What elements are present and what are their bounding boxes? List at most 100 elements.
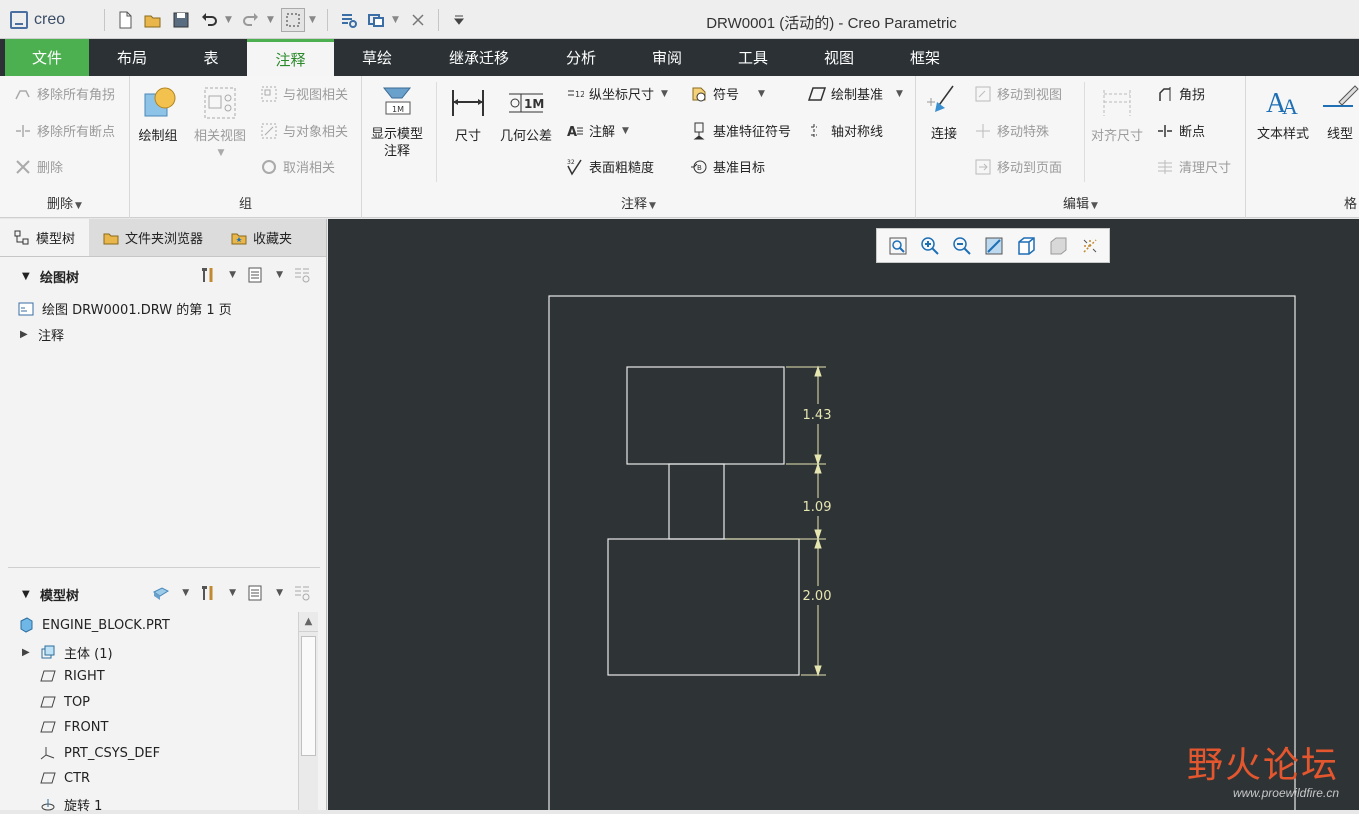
part-node[interactable]: ENGINE_BLOCK.PRT bbox=[18, 617, 170, 633]
save-icon[interactable] bbox=[169, 8, 193, 32]
move-special-button[interactable]: 移动特殊 bbox=[974, 121, 1049, 140]
drawing-sheet: 1.43 1.09 2.00 bbox=[548, 295, 1296, 810]
datum-plane-ctr-node[interactable]: CTR bbox=[40, 770, 90, 786]
base-block[interactable] bbox=[607, 538, 800, 676]
draw-group-button[interactable]: 绘制组 bbox=[136, 84, 180, 145]
text-style-button[interactable]: AA 文本样式 bbox=[1252, 82, 1314, 143]
annotation-node[interactable]: ▶ 注释 bbox=[20, 325, 64, 344]
dimension-text-1[interactable]: 1.43 bbox=[803, 408, 832, 423]
dimension-text-2[interactable]: 1.09 bbox=[803, 500, 832, 515]
dimension-text-3[interactable]: 2.00 bbox=[803, 589, 832, 604]
open-icon[interactable] bbox=[141, 8, 165, 32]
annotation-group-label[interactable]: 注释 ▼ bbox=[362, 193, 915, 212]
ordinate-dimension-button[interactable]: 12 纵坐标尺寸 ▼ bbox=[566, 84, 668, 103]
datum-target-button[interactable]: B 基准目标 bbox=[690, 157, 765, 176]
tab-table[interactable]: 表 bbox=[175, 39, 247, 76]
tree-filter-dropdown-icon[interactable]: ▼ bbox=[276, 270, 283, 280]
tree-settings-icon[interactable] bbox=[199, 266, 217, 284]
datum-plane-right-node[interactable]: RIGHT bbox=[40, 668, 105, 684]
draw-datum-button[interactable]: 绘制基准 ▼ bbox=[808, 84, 903, 103]
remove-all-breaks-button[interactable]: 移除所有断点 bbox=[14, 121, 115, 140]
tab-layout[interactable]: 布局 bbox=[89, 39, 175, 76]
neck-block[interactable] bbox=[668, 463, 725, 540]
tab-review[interactable]: 审阅 bbox=[624, 39, 710, 76]
regenerate-icon[interactable] bbox=[336, 8, 360, 32]
drawing-sheet-node[interactable]: 绘图 DRW0001.DRW 的第 1 页 bbox=[18, 299, 232, 318]
relate-to-view-button[interactable]: 与视图相关 bbox=[260, 84, 348, 103]
window-icon[interactable] bbox=[364, 8, 388, 32]
redo-icon[interactable] bbox=[239, 8, 263, 32]
collapse-model-tree-icon[interactable]: ▼ bbox=[22, 589, 36, 600]
new-icon[interactable] bbox=[113, 8, 137, 32]
tree-settings-dropdown-icon[interactable]: ▼ bbox=[229, 270, 236, 280]
delete-group-label[interactable]: 删除 ▼ bbox=[0, 193, 129, 212]
axis-symmetry-button[interactable]: 轴对称线 bbox=[808, 121, 883, 140]
customize-icon[interactable] bbox=[447, 8, 471, 32]
tree-columns-icon[interactable] bbox=[293, 266, 311, 284]
csys-node[interactable]: PRT_CSYS_DEF bbox=[40, 745, 160, 761]
related-view-button[interactable]: 相关视图 ▼ bbox=[190, 84, 250, 162]
delete-button[interactable]: 删除 bbox=[14, 157, 63, 176]
top-block[interactable] bbox=[626, 366, 785, 465]
model-tree-settings-icon[interactable] bbox=[199, 584, 217, 602]
move-to-view-button[interactable]: 移动到视图 bbox=[974, 84, 1062, 103]
creo-logo[interactable]: creo bbox=[10, 8, 65, 32]
tab-view[interactable]: 视图 bbox=[796, 39, 882, 76]
tree-filter-icon[interactable] bbox=[246, 266, 264, 284]
tab-framework[interactable]: 框架 bbox=[882, 39, 968, 76]
symbol-button[interactable]: 符号 ▼ bbox=[690, 84, 765, 103]
model-display-icon[interactable] bbox=[152, 584, 170, 602]
select-dropdown-icon[interactable]: ▼ bbox=[309, 15, 319, 25]
body-node[interactable]: ▶ 主体 (1) bbox=[22, 643, 113, 662]
note-button[interactable]: A 注解 ▼ bbox=[566, 121, 629, 141]
breakpoint-button[interactable]: 断点 bbox=[1156, 121, 1205, 140]
tab-tools[interactable]: 工具 bbox=[710, 39, 796, 76]
window-dropdown-icon[interactable]: ▼ bbox=[392, 15, 402, 25]
tab-favorites[interactable]: 收藏夹 bbox=[217, 219, 306, 256]
datum-feature-icon bbox=[693, 122, 705, 139]
undo-dropdown-icon[interactable]: ▼ bbox=[225, 15, 235, 25]
model-tree-settings-dropdown-icon[interactable]: ▼ bbox=[229, 588, 236, 598]
remove-all-jogs-button[interactable]: 移除所有角拐 bbox=[14, 84, 115, 103]
model-display-dropdown-icon[interactable]: ▼ bbox=[182, 588, 189, 598]
datum-plane-front-node[interactable]: FRONT bbox=[40, 719, 108, 735]
close-window-icon[interactable] bbox=[406, 8, 430, 32]
scroll-up-icon[interactable]: ▲ bbox=[299, 612, 318, 632]
tab-legacy-migration[interactable]: 继承迁移 bbox=[420, 39, 538, 76]
expand-body-icon[interactable]: ▶ bbox=[22, 647, 32, 658]
model-tree-filter-dropdown-icon[interactable]: ▼ bbox=[276, 588, 283, 598]
edit-group-label[interactable]: 编辑 ▼ bbox=[916, 193, 1245, 212]
datum-feature-symbol-button[interactable]: 基准特征符号 bbox=[690, 121, 791, 140]
move-to-page-button[interactable]: 移动到页面 bbox=[974, 157, 1062, 176]
redo-dropdown-icon[interactable]: ▼ bbox=[267, 15, 277, 25]
collapse-drawing-tree-icon[interactable]: ▼ bbox=[22, 271, 36, 282]
gtol-button[interactable]: 1M 几何公差 bbox=[496, 84, 556, 145]
model-tree-scrollbar[interactable]: ▲ bbox=[298, 612, 318, 810]
connect-button[interactable]: 连接 bbox=[922, 82, 966, 143]
expand-icon[interactable]: ▶ bbox=[20, 329, 30, 340]
tab-file[interactable]: 文件 bbox=[5, 39, 89, 76]
unrelate-button[interactable]: 取消相关 bbox=[260, 157, 335, 176]
relate-to-object-button[interactable]: 与对象相关 bbox=[260, 121, 348, 140]
dimension-button[interactable]: 尺寸 bbox=[446, 84, 490, 145]
undo-icon[interactable] bbox=[197, 8, 221, 32]
tab-annotate[interactable]: 注释 bbox=[247, 39, 334, 76]
jog-button[interactable]: 角拐 bbox=[1156, 84, 1205, 103]
show-model-annotation-button[interactable]: 1M 显示模型 注释 bbox=[368, 82, 426, 160]
tab-sketch[interactable]: 草绘 bbox=[334, 39, 420, 76]
model-tree-columns-icon[interactable] bbox=[293, 584, 311, 602]
datum-plane-icon bbox=[40, 696, 56, 708]
select-box-icon[interactable] bbox=[281, 8, 305, 32]
model-tree-filter-icon[interactable] bbox=[246, 584, 264, 602]
datum-plane-top-node[interactable]: TOP bbox=[40, 694, 90, 710]
align-dimension-button[interactable]: 对齐尺寸 bbox=[1088, 84, 1146, 145]
cleanup-dimension-button[interactable]: 清理尺寸 bbox=[1156, 157, 1231, 176]
graphics-canvas[interactable]: 1.43 1.09 2.00 野火论坛 www.proewildfire.cn bbox=[328, 219, 1359, 810]
surface-finish-button[interactable]: 32 表面粗糙度 bbox=[566, 157, 654, 177]
scroll-thumb[interactable] bbox=[301, 636, 316, 756]
revolve-node[interactable]: 旋转 1 bbox=[40, 795, 102, 814]
tab-analysis[interactable]: 分析 bbox=[538, 39, 624, 76]
tab-model-tree[interactable]: 模型树 bbox=[0, 219, 90, 256]
line-style-button[interactable]: 线型 bbox=[1318, 82, 1359, 143]
tab-folder-browser[interactable]: 文件夹浏览器 bbox=[89, 219, 217, 256]
